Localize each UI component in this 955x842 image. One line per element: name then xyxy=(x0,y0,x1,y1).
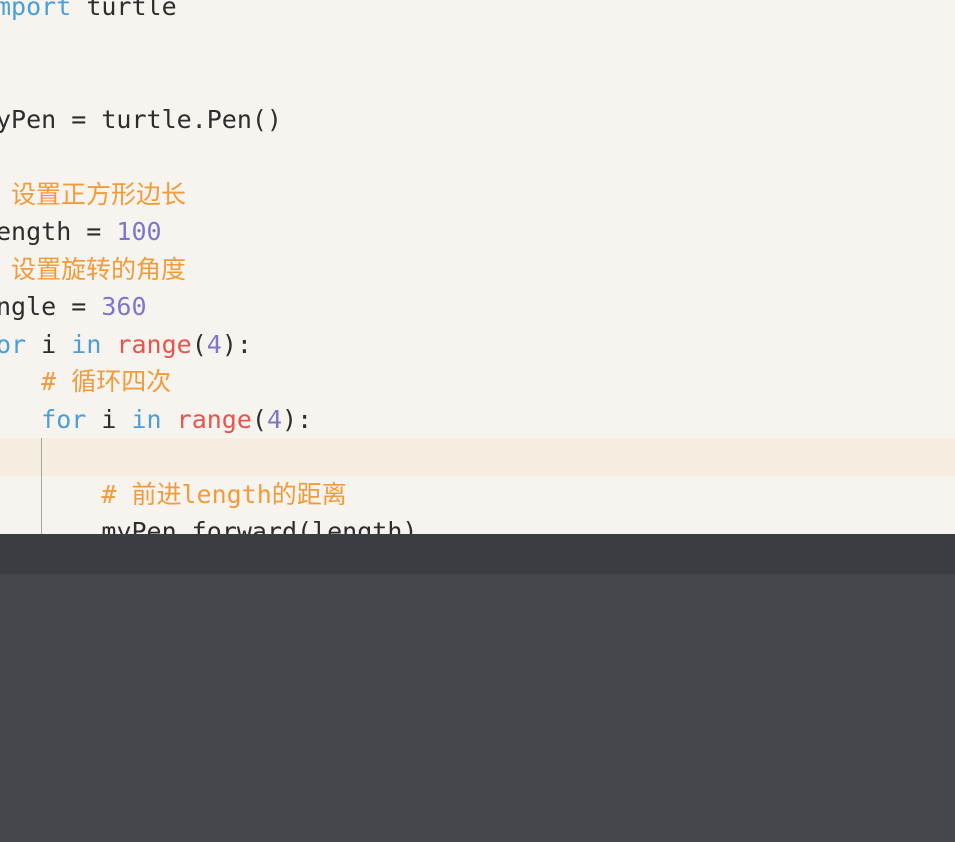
code-line[interactable]: or i in range(4): xyxy=(0,326,955,364)
code-token: in xyxy=(131,404,162,434)
code-line[interactable]: myPen.forward(length) xyxy=(0,513,955,534)
code-token: 设置旋转的角度 xyxy=(0,254,187,284)
code-line[interactable]: for i in range(4): xyxy=(0,401,955,439)
code-line[interactable]: 设置旋转的角度 xyxy=(0,251,955,289)
code-token: ength = xyxy=(0,217,117,246)
code-token: 100 xyxy=(116,217,162,246)
code-token: 4 xyxy=(266,404,283,434)
code-token: turtle xyxy=(71,0,177,21)
code-token: # 前进length的距离 xyxy=(101,479,347,509)
code-line[interactable]: yPen = turtle.Pen() xyxy=(0,101,955,139)
code-token: range xyxy=(176,404,252,434)
code-token: 设置正方形边长 xyxy=(0,179,187,209)
code-line[interactable] xyxy=(0,138,955,176)
code-token: ngle = xyxy=(0,292,102,321)
code-line[interactable]: # 前进length的距离 xyxy=(0,476,955,514)
code-token: 4 xyxy=(206,329,222,359)
panel-header[interactable] xyxy=(0,534,955,574)
code-line[interactable] xyxy=(0,63,955,101)
code-token: i xyxy=(26,329,72,359)
code-line[interactable]: 设置正方形边长 xyxy=(0,176,955,214)
code-line[interactable]: ength = 100 xyxy=(0,213,955,251)
code-token: or xyxy=(0,329,27,359)
current-line[interactable] xyxy=(0,438,955,476)
code-token: # 循环四次 xyxy=(41,367,172,396)
code-line[interactable]: ngle = 360 xyxy=(0,288,955,326)
indent-guide xyxy=(41,438,42,534)
code-token: ): xyxy=(282,404,313,434)
code-token: for xyxy=(41,404,87,434)
code-token: ): xyxy=(221,329,252,359)
code-editor[interactable]: mport turtle yPen = turtle.Pen() 设置正方形边长 e… xyxy=(0,0,955,534)
bottom-panel[interactable] xyxy=(0,534,955,842)
code-token: i xyxy=(86,404,132,434)
code-line[interactable]: # 循环四次 xyxy=(0,363,955,401)
code-token: mport xyxy=(0,0,72,21)
code-token: range xyxy=(116,329,192,359)
code-line[interactable]: mport turtle xyxy=(0,0,955,26)
code-token: yPen = turtle.Pen() xyxy=(0,104,282,134)
code-lines[interactable]: mport turtle yPen = turtle.Pen() 设置正方形边长 e… xyxy=(0,0,955,534)
code-token: ( xyxy=(251,404,267,434)
code-line[interactable] xyxy=(0,26,955,64)
code-token: ( xyxy=(191,329,207,359)
code-token: in xyxy=(71,329,102,359)
code-token: 360 xyxy=(101,292,147,321)
code-token: myPen.forward(length) xyxy=(0,517,418,534)
